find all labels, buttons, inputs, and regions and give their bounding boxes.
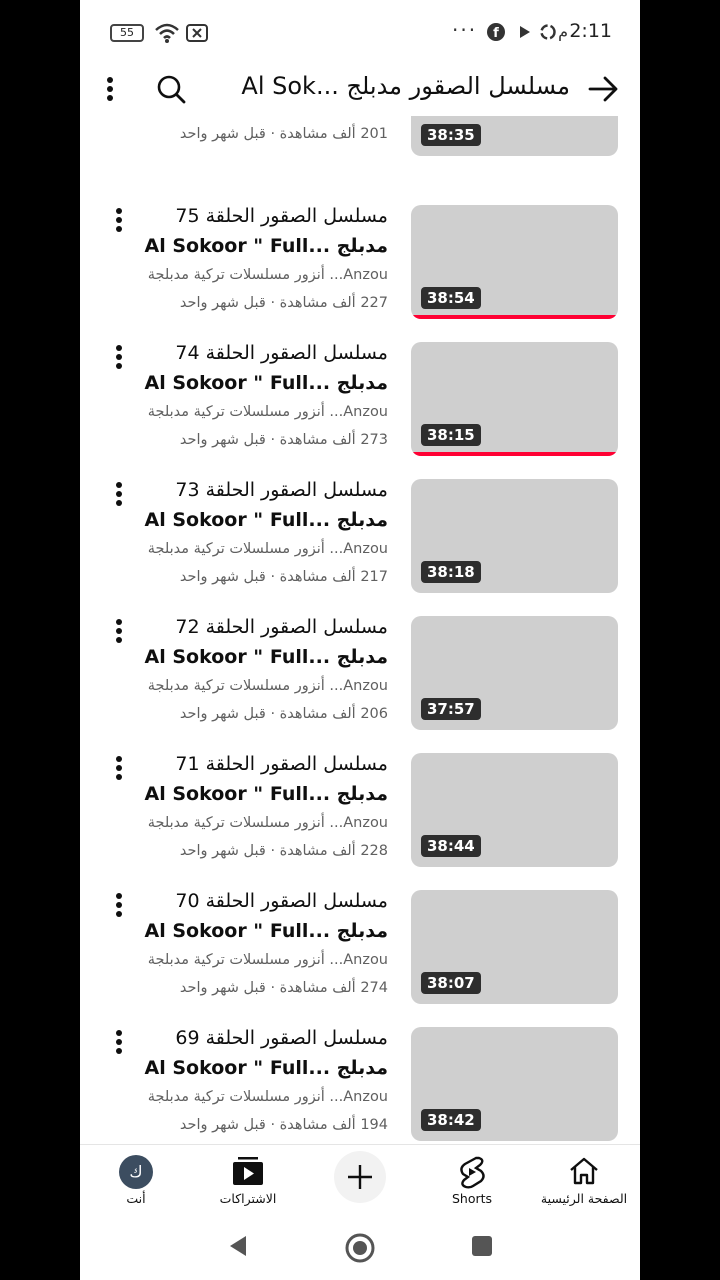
video-item[interactable]: 38:07 مسلسل الصقور الحلقة 70 Al Sokoor "… xyxy=(80,890,640,1010)
video-thumbnail[interactable]: 38:18 xyxy=(411,479,618,593)
back-arrow-icon[interactable] xyxy=(586,72,620,106)
plus-icon xyxy=(348,1165,372,1189)
system-navigation-bar xyxy=(80,1214,640,1280)
video-title-line1[interactable]: مسلسل الصقور الحلقة 71 xyxy=(175,753,388,775)
bottom-navigation: الصفحة الرئيسية Shorts الاشتراكات ك أنت xyxy=(80,1144,640,1214)
video-duration: 38:07 xyxy=(421,972,481,994)
video-more-icon[interactable] xyxy=(108,890,130,922)
video-duration: 37:57 xyxy=(421,698,481,720)
more-options-icon[interactable] xyxy=(102,74,118,104)
system-back-icon[interactable] xyxy=(226,1232,250,1260)
svg-text:f: f xyxy=(493,26,499,41)
nav-you[interactable]: ك أنت xyxy=(86,1149,186,1211)
video-title-line1[interactable]: مسلسل الصقور الحلقة 74 xyxy=(175,342,388,364)
nav-subscriptions-label: الاشتراكات xyxy=(219,1191,277,1206)
video-title-line1[interactable]: مسلسل الصقور الحلقة 69 xyxy=(175,1027,388,1049)
video-thumbnail[interactable]: 38:35 xyxy=(411,116,618,156)
status-time: 2:11 xyxy=(569,20,612,42)
video-title-line1[interactable]: مسلسل الصقور الحلقة 73 xyxy=(175,479,388,501)
video-channel: أنزور مسلسلات تركية مدبلجة ...Anzou xyxy=(147,678,388,694)
nav-home[interactable]: الصفحة الرئيسية xyxy=(534,1149,634,1211)
wifi-icon xyxy=(155,23,179,43)
video-meta: 217 ألف مشاهدة · قبل شهر واحد xyxy=(179,569,388,585)
video-meta: 273 ألف مشاهدة · قبل شهر واحد xyxy=(179,432,388,448)
video-thumbnail[interactable]: 38:54 xyxy=(411,205,618,319)
video-thumbnail[interactable]: 38:42 xyxy=(411,1027,618,1141)
more-notifications-dots: ··· xyxy=(452,18,478,42)
watch-progress-bar xyxy=(411,315,618,319)
video-title-line1[interactable]: مسلسل الصقور الحلقة 75 xyxy=(175,205,388,227)
nav-you-label: أنت xyxy=(126,1191,146,1206)
facebook-icon: f xyxy=(487,23,505,41)
phone-screen: 55 ··· f م 2:11 مسلسل الصقور مدبلج ...Al… xyxy=(80,0,640,1280)
video-meta: 194 ألف مشاهدة · قبل شهر واحد xyxy=(179,1117,388,1133)
video-title-line2[interactable]: Al Sokoor " Full... مدبلج xyxy=(145,1057,388,1079)
sync-notification-icon xyxy=(540,24,556,40)
subscriptions-icon xyxy=(233,1157,263,1185)
video-title-line2[interactable]: Al Sokoor " Full... مدبلج xyxy=(145,646,388,668)
video-item[interactable]: 38:35 أنزور مسلسلات تركية مدبلجة ...Anzo… xyxy=(80,116,640,218)
video-item[interactable]: 38:44 مسلسل الصقور الحلقة 71 Al Sokoor "… xyxy=(80,753,640,873)
video-duration: 38:35 xyxy=(421,124,481,146)
video-channel: أنزور مسلسلات تركية مدبلجة ...Anzou xyxy=(147,541,388,557)
video-duration: 38:42 xyxy=(421,1109,481,1131)
video-more-icon[interactable] xyxy=(108,205,130,237)
video-more-icon[interactable] xyxy=(108,479,130,511)
create-button[interactable] xyxy=(310,1149,410,1211)
status-bar: 55 ··· f م 2:11 xyxy=(80,0,640,64)
battery-indicator: 55 xyxy=(110,24,144,42)
video-channel: أنزور مسلسلات تركية مدبلجة ...Anzou xyxy=(147,952,388,968)
video-thumbnail[interactable]: 37:57 xyxy=(411,616,618,730)
video-item[interactable]: 38:18 مسلسل الصقور الحلقة 73 Al Sokoor "… xyxy=(80,479,640,599)
status-ampm: م xyxy=(558,22,568,41)
video-title-line2[interactable]: Al Sokoor " Full... مدبلج xyxy=(145,235,388,257)
shorts-icon xyxy=(460,1156,485,1189)
video-item[interactable]: 38:42 مسلسل الصقور الحلقة 69 Al Sokoor "… xyxy=(80,1027,640,1142)
avatar: ك xyxy=(119,1155,153,1189)
page-title: مسلسل الصقور مدبلج ...Al Sok xyxy=(241,72,570,100)
video-meta: 227 ألف مشاهدة · قبل شهر واحد xyxy=(179,295,388,311)
video-channel: أنزور مسلسلات تركية مدبلجة ...Anzou xyxy=(147,1089,388,1105)
video-title-line2[interactable]: Al Sokoor " Full... مدبلج xyxy=(145,509,388,531)
system-home-icon[interactable] xyxy=(344,1232,376,1264)
video-meta: 201 ألف مشاهدة · قبل شهر واحد xyxy=(179,126,388,142)
video-title-line1[interactable]: مسلسل الصقور الحلقة 70 xyxy=(175,890,388,912)
video-title-line1[interactable]: مسلسل الصقور الحلقة 72 xyxy=(175,616,388,638)
video-thumbnail[interactable]: 38:07 xyxy=(411,890,618,1004)
video-title-line2[interactable]: Al Sokoor " Full... مدبلج xyxy=(145,372,388,394)
video-more-icon[interactable] xyxy=(108,753,130,785)
video-more-icon[interactable] xyxy=(108,342,130,374)
video-meta: 228 ألف مشاهدة · قبل شهر واحد xyxy=(179,843,388,859)
nav-home-label: الصفحة الرئيسية xyxy=(540,1191,628,1206)
video-more-icon[interactable] xyxy=(108,1027,130,1059)
video-duration: 38:15 xyxy=(421,424,481,446)
video-meta: 274 ألف مشاهدة · قبل شهر واحد xyxy=(179,980,388,996)
video-duration: 38:18 xyxy=(421,561,481,583)
top-app-bar: مسلسل الصقور مدبلج ...Al Sok xyxy=(80,64,640,116)
video-item[interactable]: 38:15 مسلسل الصقور الحلقة 74 Al Sokoor "… xyxy=(80,342,640,462)
watch-progress-bar xyxy=(411,452,618,456)
video-channel: أنزور مسلسلات تركية مدبلجة ...Anzou xyxy=(147,815,388,831)
no-sim-icon xyxy=(186,24,208,42)
nav-shorts[interactable]: Shorts xyxy=(422,1149,522,1211)
video-title-line2[interactable]: Al Sokoor " Full... مدبلج xyxy=(145,783,388,805)
video-item[interactable]: 37:57 مسلسل الصقور الحلقة 72 Al Sokoor "… xyxy=(80,616,640,736)
video-title-line2[interactable]: Al Sokoor " Full... مدبلج xyxy=(145,920,388,942)
play-notification-icon xyxy=(520,26,530,38)
system-recents-icon[interactable] xyxy=(470,1232,494,1260)
nav-shorts-label: Shorts xyxy=(451,1191,493,1206)
video-thumbnail[interactable]: 38:15 xyxy=(411,342,618,456)
home-icon xyxy=(570,1157,598,1185)
video-list[interactable]: 38:35 أنزور مسلسلات تركية مدبلجة ...Anzo… xyxy=(80,116,640,1142)
nav-subscriptions[interactable]: الاشتراكات xyxy=(198,1149,298,1211)
search-icon[interactable] xyxy=(154,72,188,106)
video-channel: أنزور مسلسلات تركية مدبلجة ...Anzou xyxy=(147,267,388,283)
video-meta: 206 ألف مشاهدة · قبل شهر واحد xyxy=(179,706,388,722)
video-duration: 38:54 xyxy=(421,287,481,309)
video-more-icon[interactable] xyxy=(108,616,130,648)
video-channel: أنزور مسلسلات تركية مدبلجة ...Anzou xyxy=(147,404,388,420)
video-duration: 38:44 xyxy=(421,835,481,857)
video-item[interactable]: 38:54 مسلسل الصقور الحلقة 75 Al Sokoor "… xyxy=(80,205,640,325)
video-thumbnail[interactable]: 38:44 xyxy=(411,753,618,867)
